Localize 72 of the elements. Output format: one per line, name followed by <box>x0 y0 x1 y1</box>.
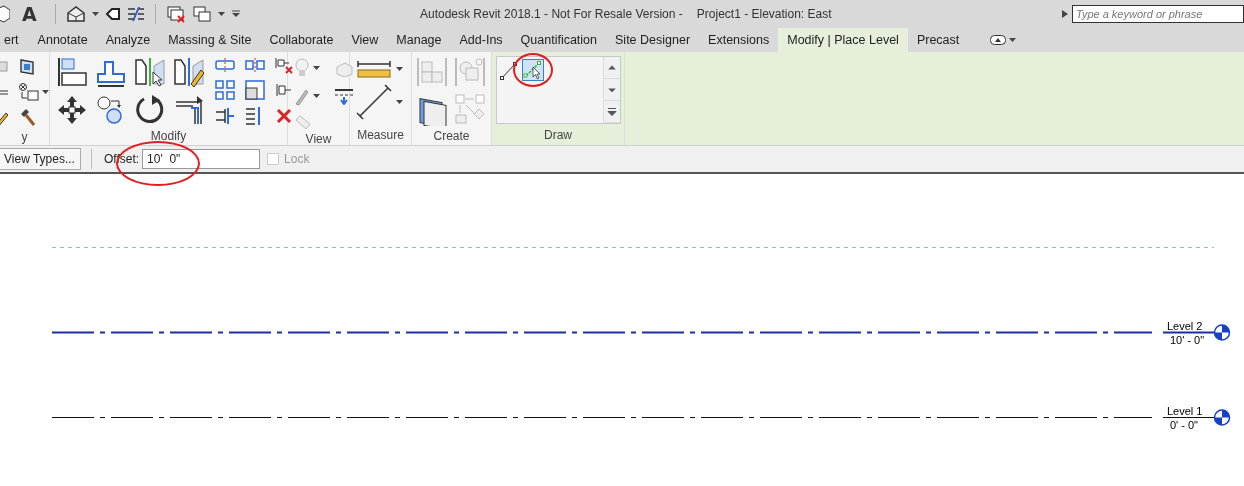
scroll-down-icon[interactable] <box>604 79 620 101</box>
move-icon[interactable] <box>56 94 88 126</box>
ribbon-tab[interactable]: Add-Ins <box>450 28 512 52</box>
minimize-ribbon-icon[interactable] <box>990 35 1007 45</box>
array-icon[interactable] <box>215 80 235 100</box>
caret-icon[interactable] <box>313 66 320 70</box>
ribbon-tab[interactable]: Collaborate <box>260 28 343 52</box>
tag-icon[interactable] <box>104 6 121 22</box>
copy-parts-icon[interactable] <box>18 82 40 102</box>
trim-single-icon[interactable] <box>215 105 235 126</box>
window-title: Autodesk Revit 2018.1 - Not For Resale Version - <box>420 7 683 21</box>
house-icon[interactable] <box>65 5 86 23</box>
ribbon-tab[interactable]: Modify | Place Level <box>778 28 908 52</box>
offset-field[interactable]: 10' 0" <box>142 149 261 169</box>
ribbon-tab[interactable]: Quantification <box>511 28 607 52</box>
caret-icon[interactable] <box>313 94 320 98</box>
pick-lines-tool[interactable] <box>522 59 544 81</box>
ribbon-tab[interactable]: View <box>342 28 388 52</box>
ribbon-tab[interactable]: Site Designer <box>606 28 700 52</box>
panel-label: Measure <box>356 127 405 144</box>
pick-line-icon <box>523 60 543 80</box>
split-element-icon[interactable] <box>215 57 235 74</box>
thin-lines-icon[interactable] <box>126 6 145 22</box>
scroll-up-icon[interactable] <box>604 57 620 79</box>
text-tool-glyph[interactable]: A <box>22 3 37 25</box>
pin-icon[interactable] <box>275 81 293 99</box>
ribbon-tab[interactable]: Manage <box>387 28 451 52</box>
close-windows-icon[interactable] <box>165 5 186 23</box>
ribbon-tab[interactable]: Precast <box>907 28 969 52</box>
split-gap-icon[interactable] <box>245 57 265 74</box>
unpin-icon[interactable] <box>275 56 293 75</box>
view-types-button[interactable]: View Types... <box>0 148 81 170</box>
customize-caret-icon[interactable] <box>230 10 241 18</box>
linework-icon[interactable] <box>334 87 354 105</box>
panel-label: Draw <box>543 127 573 144</box>
document-title: Project1 - Elevation: East <box>696 7 832 21</box>
panel-label: Modify <box>149 127 188 145</box>
ribbon-tab[interactable]: Annotate <box>28 28 97 52</box>
dimension-icon[interactable] <box>356 84 392 120</box>
caret-icon[interactable] <box>91 12 99 16</box>
switch-windows-icon[interactable] <box>191 5 212 23</box>
cube-icon[interactable] <box>0 5 10 23</box>
panel-label: Create <box>432 127 471 145</box>
level-name: Level 2 <box>1167 319 1203 332</box>
panel-label: y <box>20 128 29 145</box>
level-elevation: 0' - 0" <box>1170 418 1198 431</box>
join-icon[interactable] <box>18 58 36 76</box>
expand-arrow-icon[interactable] <box>1062 10 1068 18</box>
mirror-draw-axis-icon[interactable] <box>173 56 205 88</box>
caret-icon[interactable] <box>217 12 225 16</box>
ribbon-tab[interactable]: ert <box>0 28 29 52</box>
caret-icon[interactable] <box>396 67 403 71</box>
trim-extend-icon[interactable] <box>173 94 205 126</box>
level-name: Level 1 <box>1167 404 1203 417</box>
lock-label: Lock <box>284 152 310 166</box>
delete-icon[interactable] <box>275 106 293 125</box>
gallery-expand-icon[interactable] <box>604 101 620 123</box>
level-elevation: 10' - 0" <box>1170 333 1205 346</box>
ribbon-tab[interactable]: Analyze <box>96 28 160 52</box>
rotate-icon[interactable] <box>134 94 166 126</box>
caret-icon[interactable] <box>396 100 403 104</box>
panel-label: View <box>304 132 333 146</box>
search-field[interactable]: Type a keyword or phrase <box>1072 5 1244 23</box>
ribbon-tab[interactable]: Extensions <box>699 28 779 52</box>
align-icon[interactable] <box>56 56 88 88</box>
scale-icon[interactable] <box>245 80 265 100</box>
annotation-ellipse <box>513 53 553 87</box>
caret-icon[interactable] <box>42 90 49 94</box>
mirror-pick-axis-icon[interactable] <box>134 56 166 88</box>
measure-icon[interactable] <box>356 60 392 78</box>
caret-icon[interactable] <box>1009 38 1017 42</box>
ribbon-tab[interactable]: Massing & Site <box>159 28 261 52</box>
